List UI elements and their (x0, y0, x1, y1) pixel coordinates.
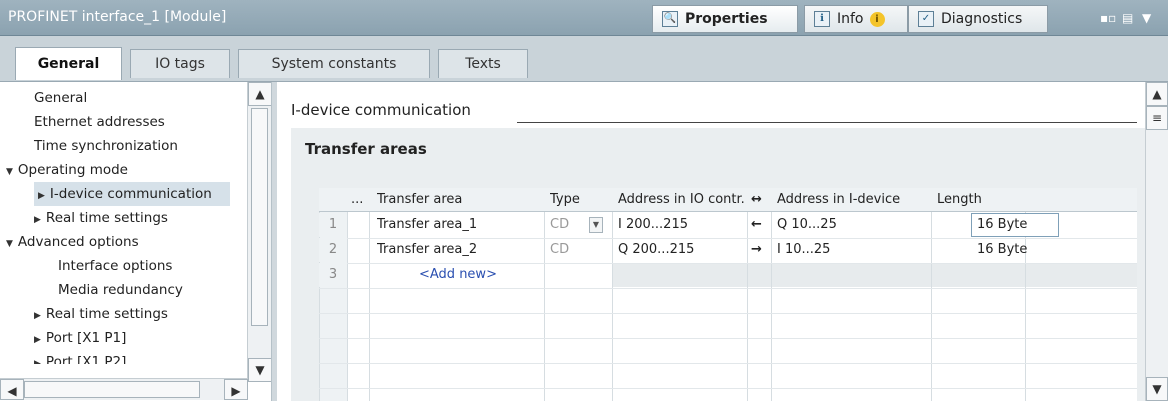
info-icon: ℹ (814, 11, 830, 27)
header-type[interactable]: Type (550, 188, 580, 212)
scroll-down-icon[interactable]: ▼ (1146, 377, 1168, 401)
row-divider (319, 338, 1137, 339)
transfer-areas-table: ... Transfer area Type Address in IO con… (319, 188, 1137, 401)
section-heading: I-device communication (291, 101, 471, 119)
scroll-up-icon[interactable]: ▲ (1146, 82, 1168, 106)
tree-item-ethernet-addresses[interactable]: Ethernet addresses (34, 110, 165, 134)
header-direction-icon[interactable]: ↔ (751, 188, 762, 212)
collapsed-triangle-icon[interactable]: ▶ (34, 328, 41, 352)
tree-item-media-redundancy[interactable]: Media redundancy (58, 278, 183, 302)
tree-item-time-synchronization[interactable]: Time synchronization (34, 134, 178, 158)
row-divider (319, 313, 1137, 314)
tree-item-port-x1-p2[interactable]: ▶ Port [X1 P2] (34, 350, 126, 364)
address-io-controller[interactable]: I 200...215 (618, 213, 688, 237)
column-divider (544, 188, 545, 401)
collapsed-triangle-icon[interactable]: ▶ (34, 304, 41, 328)
title-bar: PROFINET interface_1 [Module] 🔍 Properti… (0, 0, 1168, 36)
length-value[interactable]: 16 Byte (977, 213, 1027, 237)
direction-arrow-icon: ← (751, 217, 762, 232)
header-length[interactable]: Length (937, 188, 982, 212)
split-view-icon[interactable]: ▤ (1122, 11, 1133, 25)
scroll-grip-icon[interactable]: ≡ (1146, 106, 1168, 130)
diagnostics-tab-button[interactable]: ✓ Diagnostics (908, 5, 1048, 33)
transfer-type[interactable]: CD (550, 213, 569, 237)
header-address-i-device[interactable]: Address in I-device (777, 188, 900, 212)
tree-item-real-time-settings-advanced[interactable]: ▶ Real time settings (34, 302, 168, 326)
column-divider (747, 188, 748, 401)
heading-divider (517, 122, 1137, 123)
add-new-link[interactable]: <Add new> (419, 263, 497, 287)
transfer-type[interactable]: CD (550, 238, 569, 262)
row-number[interactable]: 2 (319, 238, 347, 262)
column-divider (931, 188, 932, 401)
tree-horizontal-scrollbar[interactable]: ◀ ▶ (0, 378, 248, 400)
tree-item-interface-options[interactable]: Interface options (58, 254, 172, 278)
tab-io-tags[interactable]: IO tags (130, 49, 230, 78)
tab-row: General IO tags System constants Texts (0, 36, 1168, 82)
column-divider (347, 188, 348, 401)
window-title: PROFINET interface_1 [Module] (8, 9, 227, 25)
row-divider (319, 288, 1137, 289)
info-label: Info (837, 11, 864, 27)
collapsed-triangle-icon[interactable]: ▶ (34, 208, 41, 232)
tree-item-port-x1-p1[interactable]: ▶ Port [X1 P1] (34, 326, 126, 350)
info-tab-button[interactable]: ℹ Info i (804, 5, 908, 33)
column-divider (612, 188, 613, 401)
scroll-thumb[interactable] (24, 381, 200, 398)
header-transfer-area[interactable]: Transfer area (377, 188, 462, 212)
navigation-tree: General Ethernet addresses Time synchron… (0, 82, 276, 401)
scroll-down-icon[interactable]: ▼ (248, 358, 272, 382)
chevron-down-icon[interactable]: ▼ (1142, 11, 1151, 25)
tree-item-general[interactable]: General (34, 86, 87, 110)
direction-arrow-icon: → (751, 242, 762, 257)
header-address-io-controller[interactable]: Address in IO contr... (618, 188, 746, 212)
row-divider (319, 388, 1137, 389)
length-value[interactable]: 16 Byte (977, 238, 1027, 262)
content-vertical-scrollbar[interactable]: ▲ ≡ ▼ (1145, 82, 1168, 401)
column-divider (771, 188, 772, 401)
header-dots[interactable]: ... (351, 188, 363, 212)
info-badge-icon: i (869, 11, 885, 27)
scroll-up-icon[interactable]: ▲ (248, 82, 272, 106)
column-divider (369, 188, 370, 401)
float-window-icon[interactable]: ▪▫ (1100, 11, 1116, 25)
expanded-triangle-icon[interactable]: ▼ (6, 160, 13, 184)
panel-title: Transfer areas (305, 140, 427, 158)
collapsed-triangle-icon[interactable]: ▶ (38, 184, 45, 208)
collapsed-triangle-icon[interactable]: ▶ (34, 352, 41, 364)
content-area: I-device communication Transfer areas ..… (277, 82, 1145, 401)
address-i-device[interactable]: I 10...25 (777, 238, 830, 262)
tree-vertical-scrollbar[interactable]: ▲ ▼ (247, 82, 272, 382)
address-io-controller[interactable]: Q 200...215 (618, 238, 694, 262)
row-number[interactable]: 3 (319, 263, 347, 287)
scroll-thumb[interactable] (251, 108, 268, 326)
scroll-right-icon[interactable]: ▶ (224, 379, 248, 400)
properties-tab-button[interactable]: 🔍 Properties (652, 5, 798, 33)
tree-item-advanced-options[interactable]: ▼ Advanced options (6, 230, 139, 254)
properties-icon: 🔍 (662, 11, 678, 27)
tab-texts[interactable]: Texts (438, 49, 528, 78)
transfer-area-name[interactable]: Transfer area_2 (377, 238, 477, 262)
disabled-row-shade (612, 263, 1137, 287)
scroll-left-icon[interactable]: ◀ (0, 379, 24, 400)
row-divider (319, 363, 1137, 364)
diagnostics-label: Diagnostics (941, 11, 1023, 27)
tab-general[interactable]: General (15, 47, 122, 80)
chevron-down-icon[interactable]: ▼ (589, 217, 603, 233)
tab-system-constants[interactable]: System constants (238, 49, 430, 78)
row-number[interactable]: 1 (319, 213, 347, 237)
transfer-areas-panel: Transfer areas ... Transfer area Type Ad… (291, 128, 1145, 401)
transfer-area-name[interactable]: Transfer area_1 (377, 213, 477, 237)
tree-item-operating-mode[interactable]: ▼ Operating mode (6, 158, 128, 182)
address-i-device[interactable]: Q 10...25 (777, 213, 837, 237)
tree-item-i-device-communication[interactable]: ▶ I-device communication (34, 182, 230, 206)
properties-label: Properties (685, 11, 768, 27)
tree-item-real-time-settings[interactable]: ▶ Real time settings (34, 206, 168, 230)
expanded-triangle-icon[interactable]: ▼ (6, 232, 13, 256)
diagnostics-icon: ✓ (918, 11, 934, 27)
